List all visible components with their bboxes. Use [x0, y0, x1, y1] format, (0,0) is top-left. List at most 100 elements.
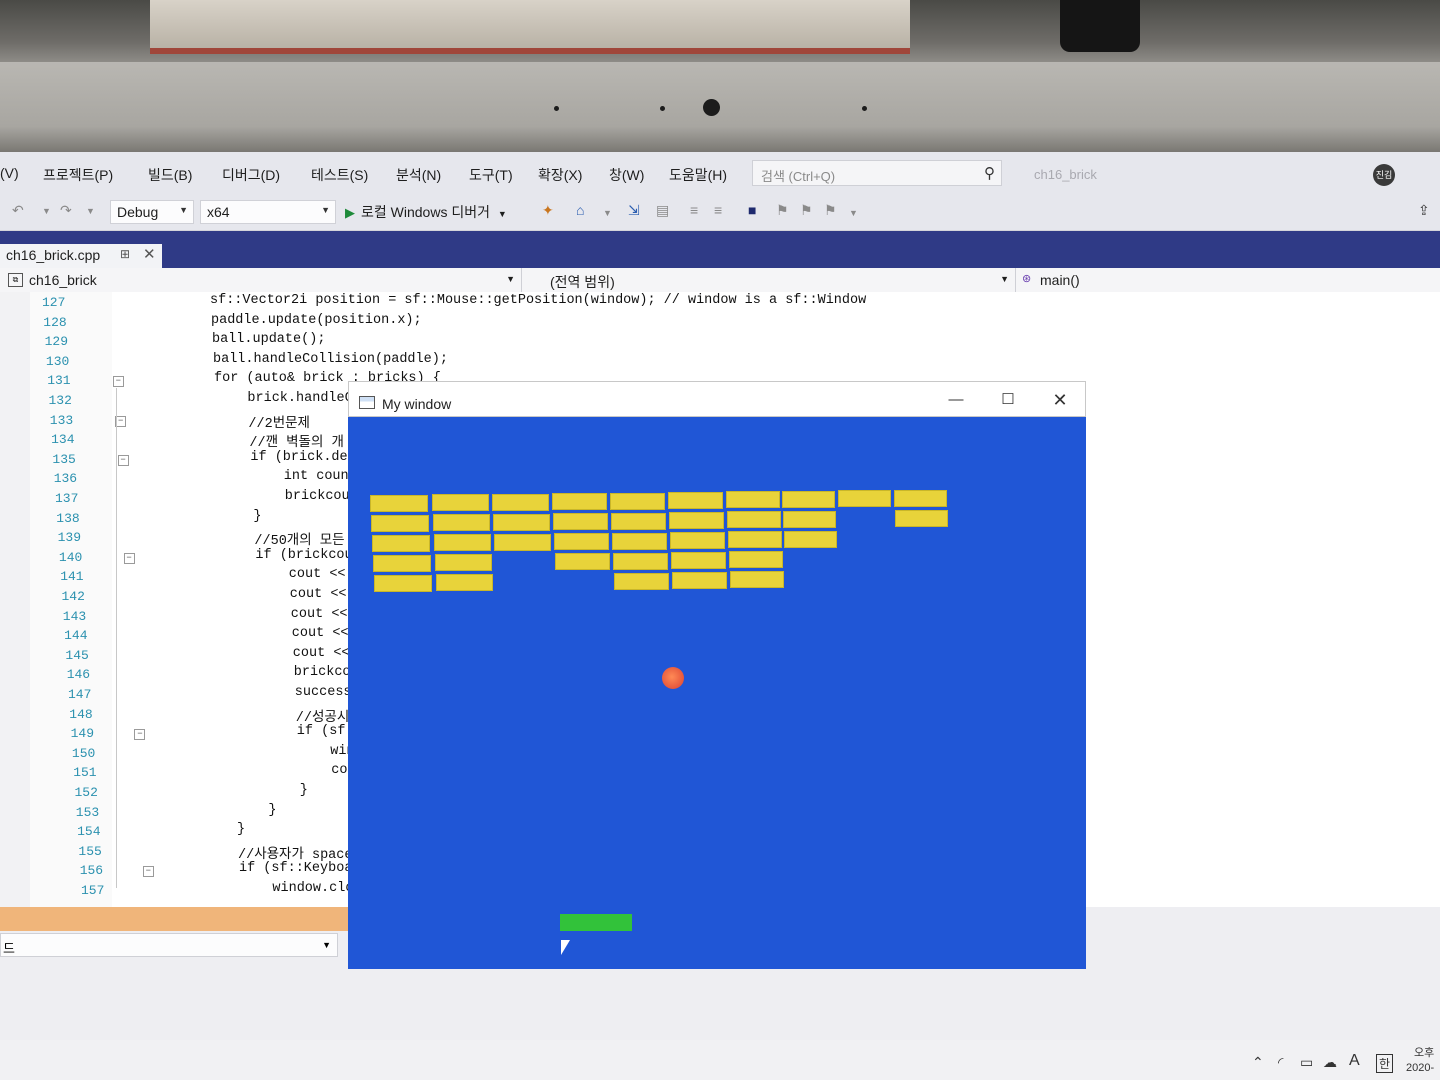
scope-dropdown[interactable]: (전역 범위) ▼	[522, 268, 1016, 292]
menu-window[interactable]: 창(W)	[609, 165, 644, 185]
uncomment-icon[interactable]: ≡	[714, 202, 722, 218]
code-line[interactable]: ball.update();	[212, 332, 325, 347]
menu-test[interactable]: 테스트(S)	[311, 165, 368, 185]
project-dropdown-value: ch16_brick	[29, 272, 97, 288]
flame-icon[interactable]: ✦	[542, 202, 554, 219]
project-dropdown[interactable]: ⧉ ch16_brick ▼	[0, 268, 522, 292]
brick	[611, 512, 666, 530]
code-line[interactable]: //깬 벽돌의 개	[217, 430, 344, 451]
game-window-titlebar[interactable]: My window — ☐ ✕	[348, 381, 1086, 417]
format-icon[interactable]: ▤	[656, 202, 669, 219]
code-line[interactable]: sf::Vector2i position = sf::Mouse::getPo…	[210, 293, 866, 308]
chevron-down-icon[interactable]: ▼	[849, 208, 858, 218]
menu-analyze[interactable]: 분석(N)	[396, 165, 441, 185]
pin-icon[interactable]: ⊞	[120, 247, 130, 261]
bookmark-clear-icon[interactable]: ⚑	[824, 202, 837, 219]
member-dropdown[interactable]: ⊛ main()	[1016, 268, 1440, 292]
game-canvas[interactable]	[348, 417, 1086, 969]
language-indicator[interactable]: A	[1349, 1052, 1360, 1070]
run-debugger-button[interactable]: ▶ 로컬 Windows 디버거 ▼	[345, 202, 507, 222]
code-line[interactable]: brick.handleCo	[215, 391, 360, 406]
book	[150, 0, 910, 54]
menu-build[interactable]: 빌드(B)	[148, 165, 192, 185]
code-line[interactable]: }	[235, 783, 308, 798]
bookmark-icon[interactable]: ■	[748, 202, 756, 218]
code-line[interactable]: if (brick.del	[218, 450, 355, 465]
search-icon[interactable]: ⚲	[984, 164, 995, 182]
menu-view[interactable]: (V)	[0, 165, 19, 181]
chevron-up-icon[interactable]: ⌃	[1252, 1054, 1264, 1071]
chevron-down-icon[interactable]: ▼	[42, 206, 51, 216]
tab-ch16-brick-cpp[interactable]: ch16_brick.cpp ⊞ ✕	[0, 244, 162, 268]
output-source-select[interactable]: 드 ▼	[0, 933, 338, 957]
bookmark-prev-icon[interactable]: ⚑	[776, 202, 789, 219]
undo-icon[interactable]: ↶	[12, 202, 24, 219]
menu-debug[interactable]: 디버그(D)	[222, 165, 280, 185]
share-icon[interactable]: ⇪	[1418, 202, 1430, 219]
game-window[interactable]: My window — ☐ ✕	[348, 381, 1086, 969]
menu-help[interactable]: 도움말(H)	[669, 165, 727, 185]
fold-toggle-icon[interactable]: −	[123, 552, 135, 564]
sensor-dot	[554, 106, 559, 111]
minimize-button[interactable]: —	[933, 388, 979, 412]
bookmark-next-icon[interactable]: ⚑	[800, 202, 813, 219]
home-icon[interactable]: ⌂	[576, 202, 584, 218]
code-line[interactable]: }	[236, 803, 276, 818]
clock-date[interactable]: 2020-	[1406, 1062, 1434, 1074]
code-line[interactable]: paddle.update(position.x);	[211, 313, 422, 328]
menu-extensions[interactable]: 확장(X)	[538, 165, 582, 185]
line-number: 150	[71, 745, 96, 761]
code-line[interactable]: //50개의 모든	[222, 528, 344, 549]
menu-tools[interactable]: 도구(T)	[469, 165, 513, 185]
code-line[interactable]: cout << "	[226, 607, 364, 622]
line-number: 147	[68, 687, 92, 702]
code-line[interactable]: brickcoun	[229, 665, 367, 680]
network-icon[interactable]: ◜	[1278, 1054, 1283, 1071]
code-line[interactable]: cout << "	[225, 587, 363, 602]
code-line[interactable]: //성공시	[231, 705, 349, 726]
maximize-button[interactable]: ☐	[985, 388, 1031, 412]
close-icon[interactable]: ✕	[143, 245, 156, 263]
code-line[interactable]: }	[221, 509, 261, 524]
brick	[894, 489, 947, 507]
platform-select[interactable]: x64 ▼	[200, 200, 336, 224]
avatar[interactable]: 진김	[1373, 164, 1395, 186]
code-line[interactable]: cout << "	[228, 646, 366, 661]
chevron-down-icon[interactable]: ▼	[603, 208, 612, 218]
clock-ampm[interactable]: 오후	[1414, 1044, 1434, 1060]
code-line[interactable]: }	[237, 822, 245, 837]
brick	[730, 571, 784, 589]
line-number: 144	[64, 628, 88, 644]
fold-toggle-icon[interactable]: −	[117, 454, 129, 466]
redo-icon[interactable]: ↷	[60, 202, 72, 219]
fold-toggle-icon[interactable]: −	[112, 376, 124, 388]
comment-icon[interactable]: ≡	[690, 202, 698, 218]
code-line[interactable]: cout << "	[224, 567, 362, 582]
brick	[727, 511, 781, 529]
line-number: 142	[61, 589, 85, 604]
menu-project[interactable]: 프로젝트(P)	[43, 165, 113, 185]
brick	[671, 552, 726, 569]
code-line[interactable]: //2번문제	[216, 411, 310, 432]
brick	[554, 533, 609, 551]
fold-toggle-icon[interactable]: −	[142, 866, 154, 878]
code-line[interactable]: //사용자가 space바	[238, 842, 365, 863]
chevron-down-icon[interactable]: ▼	[86, 206, 95, 216]
code-line[interactable]: cout << "	[227, 626, 365, 641]
search-input[interactable]: 검색 (Ctrl+Q) ⚲	[752, 160, 1002, 186]
cloud-icon[interactable]: ☁	[1323, 1054, 1337, 1071]
line-number: 137	[55, 491, 79, 506]
line-number: 128	[43, 314, 67, 330]
close-button[interactable]: ✕	[1037, 388, 1083, 412]
fold-toggle-icon[interactable]: −	[134, 729, 146, 741]
code-line[interactable]: brickcoun	[220, 489, 358, 504]
line-number: 143	[62, 608, 87, 624]
battery-icon[interactable]: ▭	[1300, 1054, 1313, 1071]
code-line[interactable]: if (brickcoun	[223, 548, 360, 563]
step-icon[interactable]: ⇲	[628, 202, 640, 219]
code-line[interactable]: int count	[219, 469, 357, 484]
configuration-select[interactable]: Debug ▼	[110, 200, 194, 224]
code-line[interactable]: ball.handleCollision(paddle);	[213, 352, 448, 367]
code-line[interactable]: cout	[234, 763, 363, 778]
ime-indicator[interactable]: 한	[1376, 1054, 1394, 1073]
